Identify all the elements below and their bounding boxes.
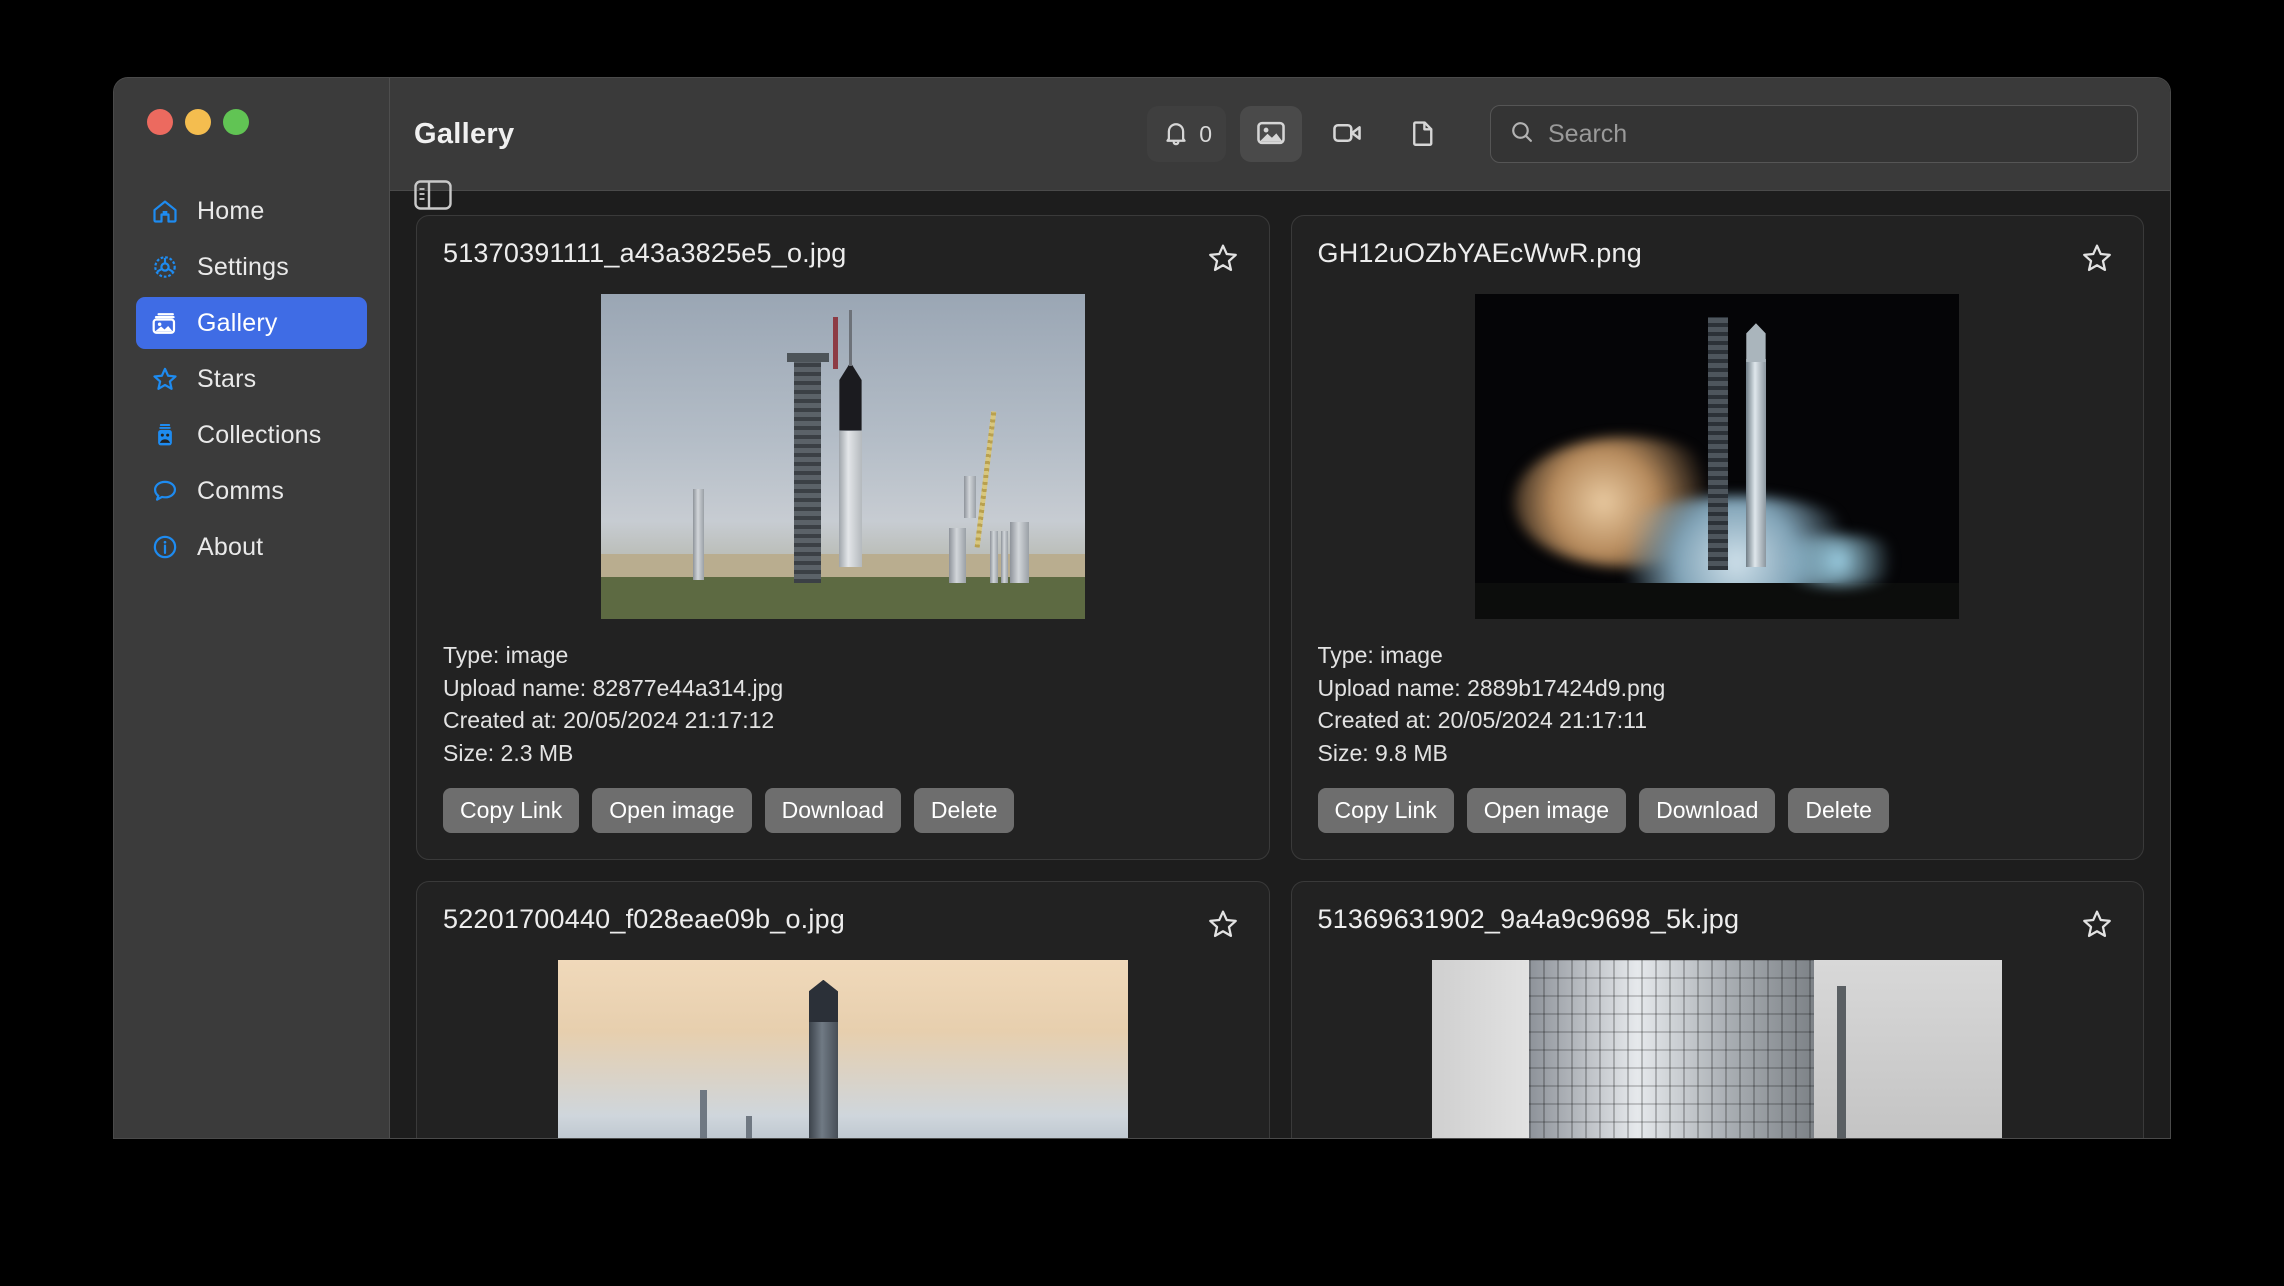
star-toggle-button[interactable] (2077, 238, 2117, 278)
thumbnail-image[interactable] (1432, 960, 2002, 1138)
sidebar-item-comms[interactable]: Comms (136, 465, 367, 517)
copy-link-button[interactable]: Copy Link (443, 788, 579, 834)
star-toggle-button[interactable] (1203, 238, 1243, 278)
home-icon (150, 196, 180, 226)
search-input[interactable] (1548, 120, 2119, 149)
image-icon (1255, 117, 1287, 152)
meta-created: Created at: 20/05/2024 21:17:11 (1318, 704, 2118, 737)
bell-icon (1161, 118, 1191, 151)
thumbnail-wrap (443, 960, 1243, 1138)
sidebar-item-home[interactable]: Home (136, 185, 367, 237)
minimize-window-button[interactable] (185, 109, 211, 135)
page-title: Gallery (414, 118, 514, 151)
download-button[interactable]: Download (1639, 788, 1775, 834)
card-actions: Copy Link Open image Download Delete (1318, 788, 2118, 834)
sidebar-item-label: Gallery (197, 309, 278, 338)
sidebar-item-label: Stars (197, 365, 256, 394)
sidebar-nav: Home Settings (114, 185, 389, 573)
top-bar: Gallery 0 (390, 78, 2170, 191)
window-controls (114, 78, 389, 135)
thumbnail-wrap (443, 294, 1243, 619)
sidebar: Home Settings (114, 78, 390, 1138)
card-header: 52201700440_f028eae09b_o.jpg (443, 904, 1243, 944)
meta-size: Size: 9.8 MB (1318, 737, 2118, 770)
gallery-icon (150, 308, 180, 338)
meta-size: Size: 2.3 MB (443, 737, 1243, 770)
thumbnail-image[interactable] (601, 294, 1085, 619)
sidebar-item-about[interactable]: About (136, 521, 367, 573)
search-icon (1509, 119, 1535, 150)
gallery-grid: 51370391111_a43a3825e5_o.jpg (416, 215, 2144, 1138)
sidebar-item-label: Collections (197, 421, 321, 450)
card-header: 51369631902_9a4a9c9698_5k.jpg (1318, 904, 2118, 944)
card-title: 51370391111_a43a3825e5_o.jpg (443, 238, 847, 269)
app-window: Home Settings (114, 78, 2170, 1138)
sidebar-item-label: Comms (197, 477, 284, 506)
gallery-card[interactable]: GH12uOZbYAEcWwR.png (1291, 215, 2145, 860)
card-title: 51369631902_9a4a9c9698_5k.jpg (1318, 904, 1740, 935)
meta-type: Type: image (443, 639, 1243, 672)
card-header: 51370391111_a43a3825e5_o.jpg (443, 238, 1243, 278)
delete-button[interactable]: Delete (1788, 788, 1888, 834)
toolbar: 0 (1147, 105, 2138, 163)
meta-upload: Upload name: 2889b17424d9.png (1318, 672, 2118, 705)
gallery-card[interactable]: 52201700440_f028eae09b_o.jpg (416, 881, 1270, 1138)
meta-upload: Upload name: 82877e44a314.jpg (443, 672, 1243, 705)
gallery-scroll-area[interactable]: 51370391111_a43a3825e5_o.jpg (390, 191, 2170, 1138)
thumbnail-image[interactable] (1475, 294, 1959, 619)
thumbnail-image[interactable] (558, 960, 1128, 1138)
card-title: GH12uOZbYAEcWwR.png (1318, 238, 1642, 269)
zoom-window-button[interactable] (223, 109, 249, 135)
delete-button[interactable]: Delete (914, 788, 1014, 834)
images-filter-button[interactable] (1240, 106, 1302, 162)
copy-link-button[interactable]: Copy Link (1318, 788, 1454, 834)
sidebar-item-settings[interactable]: Settings (136, 241, 367, 293)
gallery-card[interactable]: 51369631902_9a4a9c9698_5k.jpg (1291, 881, 2145, 1138)
card-actions: Copy Link Open image Download Delete (443, 788, 1243, 834)
sidebar-item-label: Settings (197, 253, 289, 282)
notification-count: 0 (1199, 121, 1212, 148)
gallery-card[interactable]: 51370391111_a43a3825e5_o.jpg (416, 215, 1270, 860)
sidebar-item-label: About (197, 533, 263, 562)
main-area: Gallery 0 (390, 78, 2170, 1138)
document-icon (1408, 118, 1438, 151)
sidebar-item-stars[interactable]: Stars (136, 353, 367, 405)
videos-filter-button[interactable] (1316, 106, 1378, 162)
sidebar-item-label: Home (197, 197, 265, 226)
card-meta: Type: image Upload name: 2889b17424d9.pn… (1318, 639, 2118, 770)
meta-created: Created at: 20/05/2024 21:17:12 (443, 704, 1243, 737)
star-toggle-button[interactable] (1203, 904, 1243, 944)
collections-icon (150, 420, 180, 450)
sidebar-toggle-icon[interactable] (414, 180, 452, 210)
open-image-button[interactable]: Open image (592, 788, 751, 834)
search-box[interactable] (1490, 105, 2138, 163)
documents-filter-button[interactable] (1392, 106, 1454, 162)
download-button[interactable]: Download (765, 788, 901, 834)
info-icon (150, 532, 180, 562)
gear-icon (150, 252, 180, 282)
card-title: 52201700440_f028eae09b_o.jpg (443, 904, 845, 935)
star-icon (150, 364, 180, 394)
notifications-button[interactable]: 0 (1147, 106, 1226, 162)
thumbnail-wrap (1318, 960, 2118, 1138)
meta-type: Type: image (1318, 639, 2118, 672)
close-window-button[interactable] (147, 109, 173, 135)
sidebar-item-collections[interactable]: Collections (136, 409, 367, 461)
star-toggle-button[interactable] (2077, 904, 2117, 944)
sidebar-item-gallery[interactable]: Gallery (136, 297, 367, 349)
thumbnail-wrap (1318, 294, 2118, 619)
chat-bubble-icon (150, 476, 180, 506)
card-header: GH12uOZbYAEcWwR.png (1318, 238, 2118, 278)
video-icon (1331, 117, 1363, 152)
card-meta: Type: image Upload name: 82877e44a314.jp… (443, 639, 1243, 770)
open-image-button[interactable]: Open image (1467, 788, 1626, 834)
